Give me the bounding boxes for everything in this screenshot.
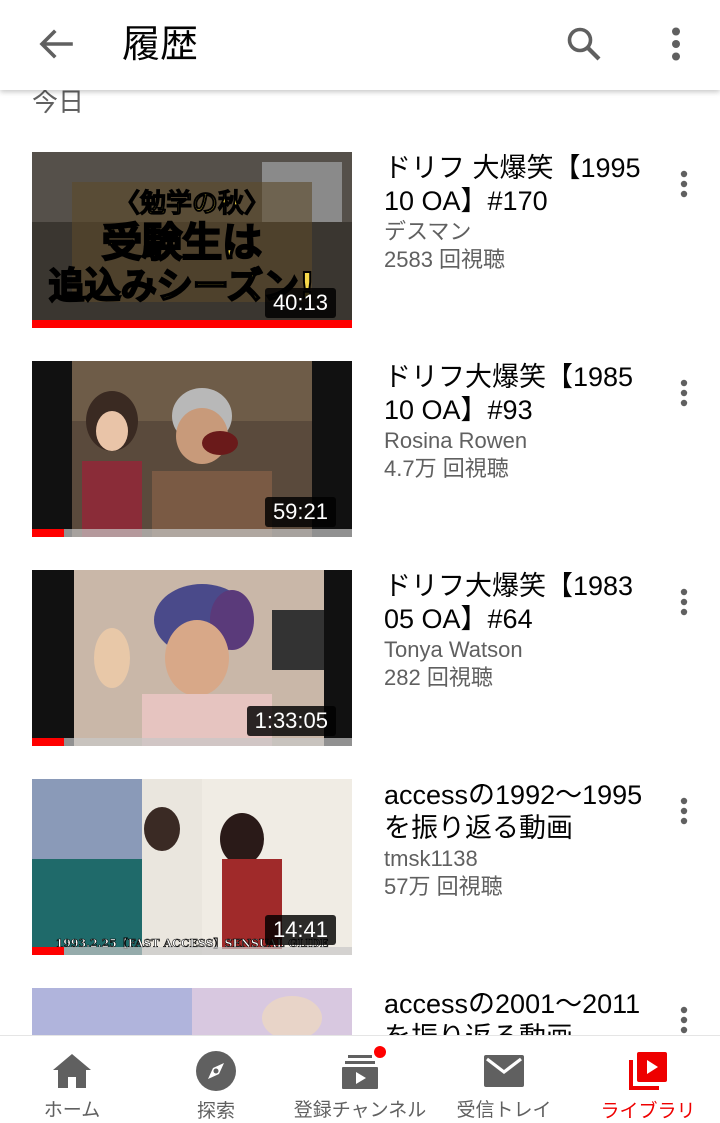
mail-icon bbox=[482, 1050, 526, 1091]
nav-item-subscriptions[interactable]: 登録チャンネル bbox=[288, 1036, 432, 1123]
arrow-back-icon bbox=[39, 29, 73, 59]
video-info[interactable]: accessの2001〜2011を振り返る動画 bbox=[384, 988, 646, 1035]
notification-dot bbox=[372, 1044, 388, 1060]
thumbnail-image bbox=[32, 988, 352, 1035]
watch-progress-bar bbox=[32, 947, 352, 955]
video-title[interactable]: ドリフ 大爆笑【1995 10 OA】#170 bbox=[384, 152, 646, 218]
video-more-button[interactable] bbox=[666, 373, 702, 413]
watch-progress-bar bbox=[32, 320, 352, 328]
nav-item-library[interactable]: ライブラリ bbox=[576, 1036, 720, 1123]
video-duration: 14:41 bbox=[264, 915, 336, 945]
video-title[interactable]: ドリフ大爆笑【1983 05 OA】#64 bbox=[384, 570, 646, 636]
video-item[interactable]: 〈勉学の秋〉 受験生は 追込みシーズン! 40:13 ドリフ 大爆笑【1995 … bbox=[0, 152, 720, 332]
video-duration: 1:33:05 bbox=[246, 706, 336, 736]
watch-progress-bar bbox=[32, 738, 352, 746]
more-vert-icon bbox=[680, 379, 688, 407]
view-count: 57万 回視聴 bbox=[384, 874, 503, 899]
video-thumbnail[interactable]: 1993.2.25【FAST ACCESS】SENSUAL GLIDE 14:4… bbox=[32, 779, 352, 955]
nav-label-explore: 探索 bbox=[196, 1101, 235, 1122]
more-vert-icon bbox=[680, 1006, 688, 1034]
video-more-button[interactable] bbox=[666, 582, 702, 622]
channel-name: デスマン bbox=[384, 219, 472, 244]
video-thumbnail[interactable]: 59:21 bbox=[32, 361, 352, 537]
video-more-button[interactable] bbox=[666, 791, 702, 831]
watch-progress-fill bbox=[32, 529, 64, 537]
watch-progress-fill bbox=[32, 947, 64, 955]
nav-item-explore[interactable]: 探索 bbox=[144, 1036, 288, 1123]
more-options-button[interactable] bbox=[650, 18, 702, 70]
svg-text:〈勉学の秋〉: 〈勉学の秋〉 bbox=[114, 188, 270, 219]
video-title[interactable]: accessの1992〜1995を振り返る動画 bbox=[384, 779, 646, 845]
watch-progress-fill bbox=[32, 738, 64, 746]
search-button[interactable] bbox=[558, 18, 610, 70]
subscriptions-icon bbox=[338, 1044, 388, 1091]
watch-progress-fill bbox=[32, 320, 352, 328]
section-header-today: 今日 bbox=[32, 88, 85, 118]
history-video-list: 〈勉学の秋〉 受験生は 追込みシーズン! 40:13 ドリフ 大爆笑【1995 … bbox=[0, 0, 720, 1035]
more-vert-icon bbox=[680, 170, 688, 198]
video-thumbnail[interactable]: 〈勉学の秋〉 受験生は 追込みシーズン! 40:13 bbox=[32, 152, 352, 328]
nav-label-subscriptions: 登録チャンネル bbox=[293, 1100, 427, 1121]
view-count: 282 回視聴 bbox=[384, 665, 493, 690]
channel-name: tmsk1138 bbox=[384, 846, 478, 871]
home-icon bbox=[50, 1050, 94, 1091]
video-item[interactable]: accessの2001〜2011を振り返る動画 bbox=[0, 988, 720, 1035]
video-item[interactable]: 59:21 ドリフ大爆笑【1985 10 OA】#93 Rosina Rowen… bbox=[0, 361, 720, 541]
nav-item-inbox[interactable]: 受信トレイ bbox=[432, 1036, 576, 1123]
watch-progress-bar bbox=[32, 529, 352, 537]
nav-label-inbox: 受信トレイ bbox=[456, 1100, 552, 1121]
bottom-navigation: ホーム 探索 登録チャンネル 受信トレイ ライブラリ bbox=[0, 1035, 720, 1123]
view-count: 4.7万 回視聴 bbox=[384, 456, 509, 481]
video-item[interactable]: 1:33:05 ドリフ大爆笑【1983 05 OA】#64 Tonya Wats… bbox=[0, 570, 720, 750]
top-app-bar: 履歴 bbox=[0, 0, 720, 90]
video-thumbnail[interactable]: 1:33:05 bbox=[32, 570, 352, 746]
channel-name: Tonya Watson bbox=[384, 637, 523, 662]
video-thumbnail[interactable] bbox=[32, 988, 352, 1035]
video-duration: 59:21 bbox=[264, 497, 336, 527]
view-count: 2583 回視聴 bbox=[384, 247, 506, 272]
nav-item-home[interactable]: ホーム bbox=[0, 1036, 144, 1123]
video-title[interactable]: accessの2001〜2011を振り返る動画 bbox=[384, 988, 646, 1035]
svg-text:受験生は: 受験生は bbox=[102, 220, 262, 266]
more-vert-icon bbox=[680, 588, 688, 616]
video-info[interactable]: ドリフ大爆笑【1983 05 OA】#64 Tonya Watson 282 回… bbox=[384, 570, 646, 692]
video-more-button[interactable] bbox=[666, 164, 702, 204]
nav-label-home: ホーム bbox=[43, 1100, 101, 1121]
video-item[interactable]: 1993.2.25【FAST ACCESS】SENSUAL GLIDE 14:4… bbox=[0, 779, 720, 959]
library-icon bbox=[626, 1050, 670, 1092]
video-duration: 40:13 bbox=[264, 288, 336, 318]
channel-name: Rosina Rowen bbox=[384, 428, 528, 453]
video-more-button[interactable] bbox=[666, 1000, 702, 1035]
back-button[interactable] bbox=[30, 20, 82, 68]
compass-icon bbox=[194, 1050, 238, 1092]
video-title[interactable]: ドリフ大爆笑【1985 10 OA】#93 bbox=[384, 361, 646, 427]
more-vert-icon bbox=[672, 27, 680, 61]
video-info[interactable]: accessの1992〜1995を振り返る動画 tmsk1138 57万 回視聴 bbox=[384, 779, 646, 901]
page-title: 履歴 bbox=[122, 22, 199, 66]
search-icon bbox=[567, 27, 601, 61]
video-info[interactable]: ドリフ 大爆笑【1995 10 OA】#170 デスマン 2583 回視聴 bbox=[384, 152, 646, 274]
more-vert-icon bbox=[680, 797, 688, 825]
nav-label-library: ライブラリ bbox=[600, 1101, 696, 1122]
video-info[interactable]: ドリフ大爆笑【1985 10 OA】#93 Rosina Rowen 4.7万 … bbox=[384, 361, 646, 483]
